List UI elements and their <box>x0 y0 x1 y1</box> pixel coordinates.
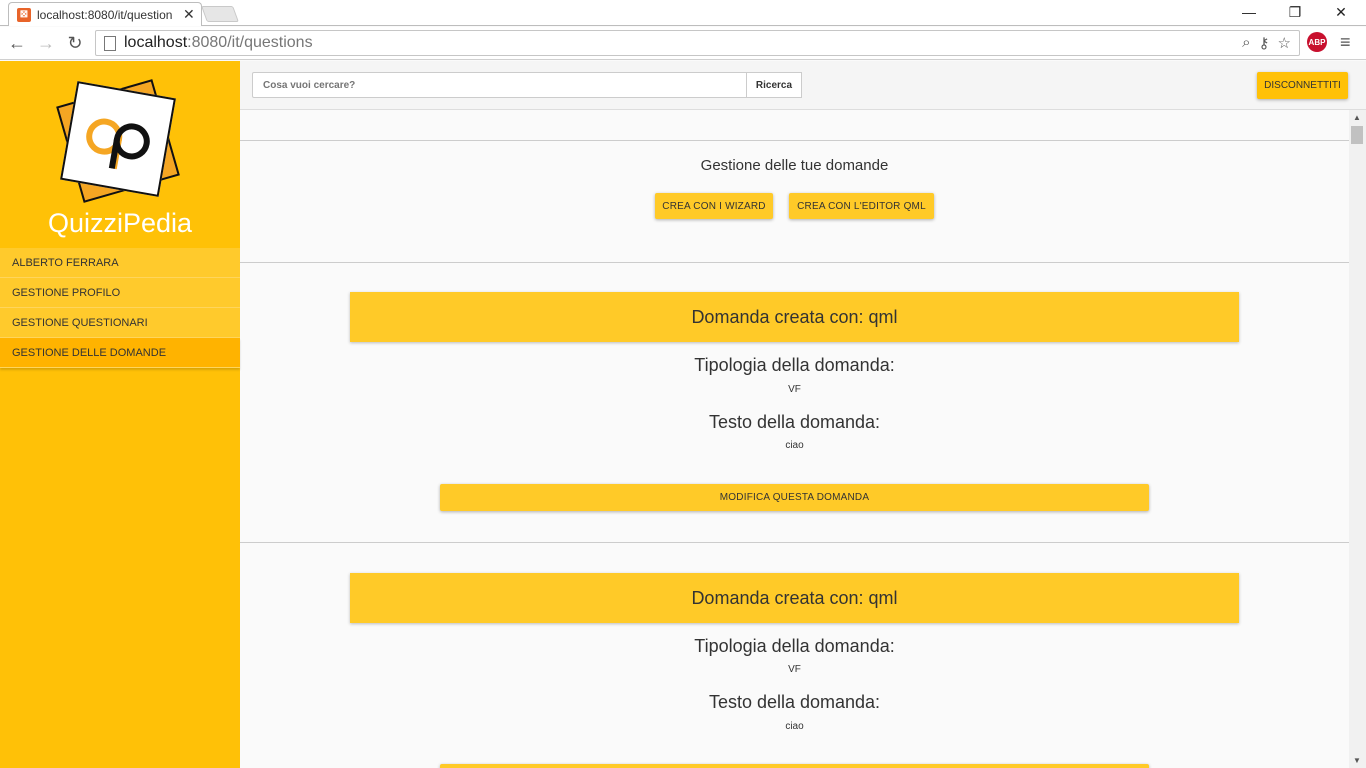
key-icon[interactable]: ⚷ <box>1259 34 1270 52</box>
scroll-thumb[interactable] <box>1351 126 1363 144</box>
xampp-favicon-icon: ⊠ <box>17 7 31 22</box>
sidebar: QuizziPedia ALBERTO FERRARA GESTIONE PRO… <box>0 61 240 768</box>
create-wizard-button[interactable]: CREA CON I WIZARD <box>655 193 773 219</box>
url-host: localhost <box>124 34 188 51</box>
sidebar-item-profile[interactable]: GESTIONE PROFILO <box>0 278 240 308</box>
browser-tab[interactable]: ⊠ localhost:8080/it/question ✕ <box>8 2 202 26</box>
brand-name: QuizziPedia <box>47 208 193 238</box>
zoom-icon[interactable]: ⌕ <box>1242 34 1250 52</box>
scroll-up-icon[interactable]: ▲ <box>1353 113 1361 122</box>
scrollbar[interactable]: ▲ ▼ <box>1349 110 1366 768</box>
sidebar-item-user[interactable]: ALBERTO FERRARA <box>0 248 240 278</box>
quizzipedia-logo[interactable] <box>56 79 180 203</box>
url-path: :8080/it/questions <box>187 34 313 51</box>
sidebar-item-questionnaires[interactable]: GESTIONE QUESTIONARI <box>0 308 240 338</box>
app-header: Ricerca DISCONNETTITI <box>240 61 1366 110</box>
adblock-plus-icon[interactable]: ABP <box>1307 32 1327 52</box>
scroll-down-icon[interactable]: ▼ <box>1353 756 1361 765</box>
bookmark-star-icon[interactable]: ☆ <box>1278 34 1291 52</box>
logout-button[interactable]: DISCONNETTITI <box>1257 72 1348 99</box>
window-close-button[interactable]: ✕ <box>1318 0 1364 24</box>
divider <box>240 262 1349 263</box>
question-text-label: Testo della domanda: <box>708 692 881 712</box>
reload-icon[interactable]: ↻ <box>63 32 87 54</box>
minimize-button[interactable]: — <box>1226 0 1272 24</box>
page-title: Gestione delle tue domande <box>700 157 889 174</box>
question-text-value: ciao <box>785 721 804 732</box>
address-bar[interactable]: localhost:8080/it/questions ⌕ ⚷ ☆ <box>95 30 1300 56</box>
divider <box>240 542 1349 543</box>
tab-close-icon[interactable]: ✕ <box>183 6 195 23</box>
search-button[interactable]: Ricerca <box>746 72 802 98</box>
forward-arrow-icon[interactable]: → <box>34 32 58 54</box>
question-text-value: ciao <box>785 440 804 451</box>
question-type-value: VF <box>788 384 801 395</box>
divider <box>240 140 1349 141</box>
browser-menu-icon[interactable]: ≡ <box>1340 32 1351 53</box>
main-content: Gestione delle tue domande CREA CON I WI… <box>240 110 1349 768</box>
tab-title: localhost:8080/it/question <box>37 7 173 22</box>
browser-toolbar: ← → ↻ localhost:8080/it/questions ⌕ ⚷ ☆ … <box>0 27 1366 60</box>
qp-logo-icon <box>86 118 150 170</box>
question-type-label: Tipologia della domanda: <box>694 636 895 656</box>
back-arrow-icon[interactable]: ← <box>5 32 29 54</box>
question-type-value: VF <box>788 664 801 675</box>
sidebar-menu: ALBERTO FERRARA GESTIONE PROFILO GESTION… <box>0 248 240 368</box>
edit-question-button[interactable] <box>440 764 1149 768</box>
question-type-label: Tipologia della domanda: <box>694 355 895 375</box>
search-input[interactable] <box>252 72 748 98</box>
create-qml-button[interactable]: CREA CON L'EDITOR QML <box>789 193 934 219</box>
question-text-label: Testo della domanda: <box>708 412 881 432</box>
sidebar-item-questions[interactable]: GESTIONE DELLE DOMANDE <box>0 338 240 368</box>
browser-tab-bar: ⊠ localhost:8080/it/question ✕ — ❐ ✕ <box>0 0 1366 26</box>
edit-question-button[interactable]: MODIFICA QUESTA DOMANDA <box>440 484 1149 511</box>
page-icon <box>104 35 116 51</box>
new-tab-button[interactable] <box>201 6 239 22</box>
question-card-header: Domanda creata con: qml <box>350 292 1239 342</box>
question-card-header: Domanda creata con: qml <box>350 573 1239 623</box>
restore-button[interactable]: ❐ <box>1272 0 1318 24</box>
logo-front-square <box>60 81 176 197</box>
